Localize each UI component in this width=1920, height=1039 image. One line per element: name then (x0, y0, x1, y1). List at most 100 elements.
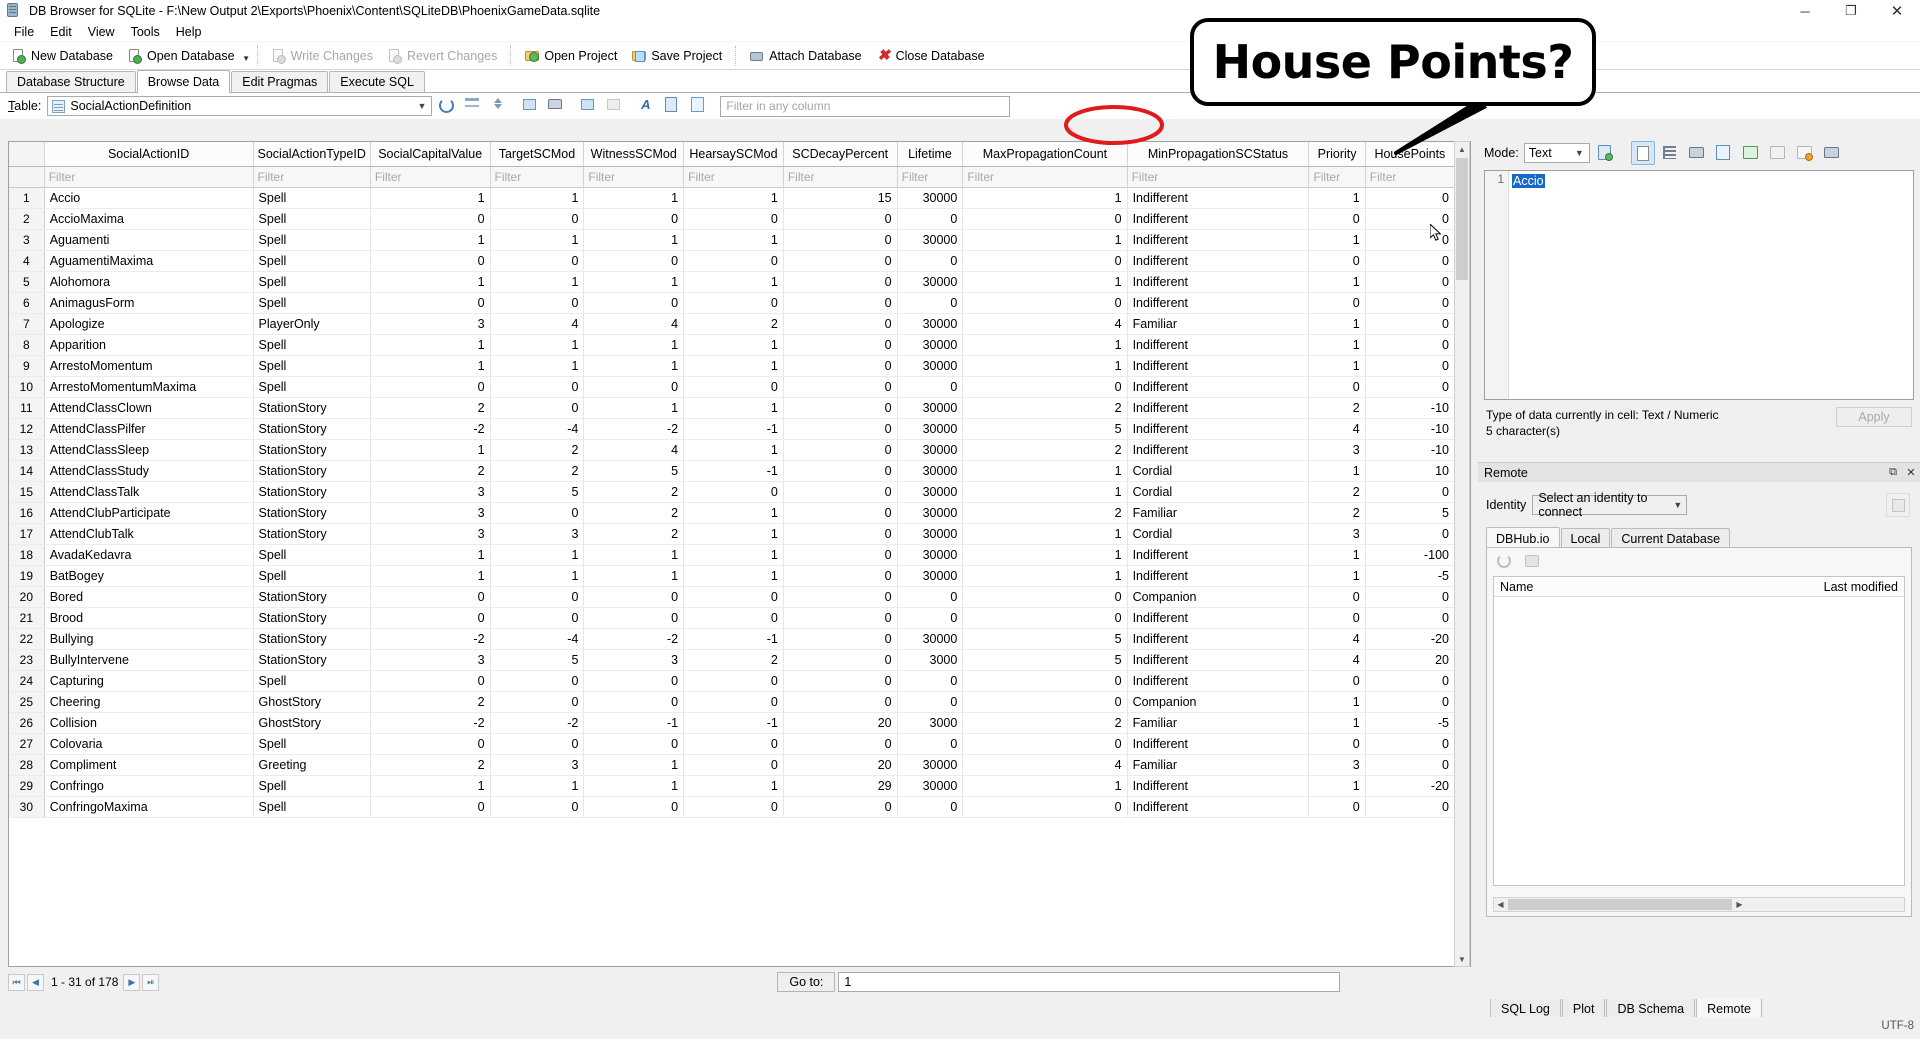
table-cell[interactable]: 0 (1365, 376, 1454, 397)
table-cell[interactable]: 0 (370, 586, 490, 607)
table-row[interactable]: 15AttendClassTalkStationStory35200300001… (9, 481, 1455, 502)
table-cell[interactable]: 0 (783, 523, 897, 544)
table-cell[interactable]: Indifferent (1127, 733, 1309, 754)
apply-button[interactable]: Apply (1836, 407, 1912, 427)
table-cell[interactable]: Indifferent (1127, 397, 1309, 418)
filter-housepoints[interactable]: Filter (1365, 166, 1454, 187)
table-cell[interactable]: Spell (253, 187, 370, 208)
table-cell[interactable]: AttendClassClown (44, 397, 253, 418)
table-cell[interactable]: Indifferent (1127, 649, 1309, 670)
table-cell[interactable]: 0 (1309, 796, 1365, 817)
table-cell[interactable]: 3 (1309, 523, 1365, 544)
table-cell[interactable]: AnimagusForm (44, 292, 253, 313)
table-cell[interactable]: 0 (897, 796, 963, 817)
table-cell[interactable]: Confringo (44, 775, 253, 796)
table-cell[interactable]: 1 (963, 355, 1127, 376)
table-cell[interactable]: 0 (1365, 481, 1454, 502)
table-cell[interactable]: 0 (584, 607, 684, 628)
prev-page-button[interactable]: ◀ (27, 974, 44, 991)
table-cell[interactable]: 2 (1309, 481, 1365, 502)
column-header-maxpropagationcount[interactable]: MaxPropagationCount (963, 142, 1127, 166)
table-cell[interactable]: 1 (370, 271, 490, 292)
table-cell[interactable]: 3000 (897, 649, 963, 670)
table-cell[interactable]: Bullying (44, 628, 253, 649)
table-cell[interactable]: 1 (490, 565, 584, 586)
table-cell[interactable]: Familiar (1127, 502, 1309, 523)
refresh-button[interactable] (436, 95, 458, 117)
table-cell[interactable]: -2 (370, 418, 490, 439)
scroll-right-icon[interactable]: ▶ (1733, 898, 1746, 911)
table-row[interactable]: 1AccioSpell111115300001Indifferent10 (9, 187, 1455, 208)
table-row[interactable]: 26CollisionGhostStory-2-2-1-12030002Fami… (9, 712, 1455, 733)
table-cell[interactable]: 0 (963, 607, 1127, 628)
scroll-thumb[interactable] (1508, 899, 1732, 910)
filter-priority[interactable]: Filter (1309, 166, 1365, 187)
table-row[interactable]: 22BullyingStationStory-2-4-2-10300005Ind… (9, 628, 1455, 649)
table-cell[interactable]: 3 (370, 502, 490, 523)
table-cell[interactable]: 1 (684, 187, 784, 208)
table-cell[interactable]: -5 (1365, 565, 1454, 586)
save-project-button[interactable]: Save Project (624, 44, 729, 68)
table-cell[interactable]: Spell (253, 733, 370, 754)
first-page-button[interactable]: ⏮ (8, 974, 25, 991)
table-cell[interactable]: 2 (584, 481, 684, 502)
table-cell[interactable]: -5 (1365, 712, 1454, 733)
revert-changes-button[interactable]: Revert Changes (380, 44, 504, 68)
table-cell[interactable]: 1 (584, 565, 684, 586)
table-cell[interactable]: StationStory (253, 607, 370, 628)
column-header-housepoints[interactable]: HousePoints (1365, 142, 1454, 166)
table-cell[interactable]: 0 (1365, 292, 1454, 313)
table-row[interactable]: 5AlohomoraSpell11110300001Indifferent10 (9, 271, 1455, 292)
table-cell[interactable]: 0 (684, 691, 784, 712)
table-cell[interactable]: 1 (684, 229, 784, 250)
table-cell[interactable]: Indifferent (1127, 229, 1309, 250)
column-header-socialcapitalvalue[interactable]: SocialCapitalValue (370, 142, 490, 166)
table-cell[interactable]: 0 (490, 796, 584, 817)
table-cell[interactable]: Spell (253, 250, 370, 271)
table-cell[interactable]: 4 (1309, 649, 1365, 670)
table-cell[interactable]: 0 (1365, 796, 1454, 817)
table-cell[interactable]: AttendClubParticipate (44, 502, 253, 523)
table-row[interactable]: 23BullyInterveneStationStory3532030005In… (9, 649, 1455, 670)
table-cell[interactable]: 3 (490, 523, 584, 544)
filter-witnessscmod[interactable]: Filter (584, 166, 684, 187)
open-file-icon[interactable] (1685, 141, 1709, 165)
table-cell[interactable]: -1 (584, 712, 684, 733)
table-cell[interactable]: 1 (584, 187, 684, 208)
table-cell[interactable]: StationStory (253, 397, 370, 418)
table-cell[interactable]: 0 (783, 565, 897, 586)
table-cell[interactable]: 1 (1309, 187, 1365, 208)
table-row[interactable]: 7ApologizePlayerOnly34420300004Familiar1… (9, 313, 1455, 334)
table-cell[interactable]: 2 (963, 712, 1127, 733)
table-cell[interactable]: Indifferent (1127, 439, 1309, 460)
table-cell[interactable]: 2 (684, 313, 784, 334)
table-cell[interactable]: 1 (963, 775, 1127, 796)
table-cell[interactable]: 30000 (897, 418, 963, 439)
bottom-tab-plot[interactable]: Plot (1562, 999, 1606, 1019)
open-database-button[interactable]: Open Database (120, 44, 242, 68)
table-cell[interactable]: AvadaKedavra (44, 544, 253, 565)
table-cell[interactable]: 1 (584, 544, 684, 565)
remote-tab-local[interactable]: Local (1561, 528, 1611, 548)
filter-scdecaypercent[interactable]: Filter (783, 166, 897, 187)
table-cell[interactable]: -100 (1365, 544, 1454, 565)
table-cell[interactable]: 1 (370, 229, 490, 250)
table-cell[interactable]: 1 (963, 271, 1127, 292)
table-cell[interactable]: Cheering (44, 691, 253, 712)
table-cell[interactable]: Spell (253, 355, 370, 376)
table-cell[interactable]: 0 (584, 208, 684, 229)
table-cell[interactable]: 0 (783, 250, 897, 271)
table-cell[interactable]: 2 (490, 439, 584, 460)
table-cell[interactable]: 2 (370, 754, 490, 775)
column-header-hearsayscmod[interactable]: HearsaySCMod (684, 142, 784, 166)
table-cell[interactable]: 0 (963, 796, 1127, 817)
remote-tab-current-database[interactable]: Current Database (1611, 528, 1730, 548)
table-cell[interactable]: 1 (490, 271, 584, 292)
table-cell[interactable]: Indifferent (1127, 208, 1309, 229)
table-cell[interactable]: 3 (1309, 439, 1365, 460)
table-cell[interactable]: 0 (490, 397, 584, 418)
table-cell[interactable]: AttendClassTalk (44, 481, 253, 502)
table-cell[interactable]: 30000 (897, 229, 963, 250)
table-cell[interactable]: StationStory (253, 502, 370, 523)
table-cell[interactable]: 0 (1365, 187, 1454, 208)
